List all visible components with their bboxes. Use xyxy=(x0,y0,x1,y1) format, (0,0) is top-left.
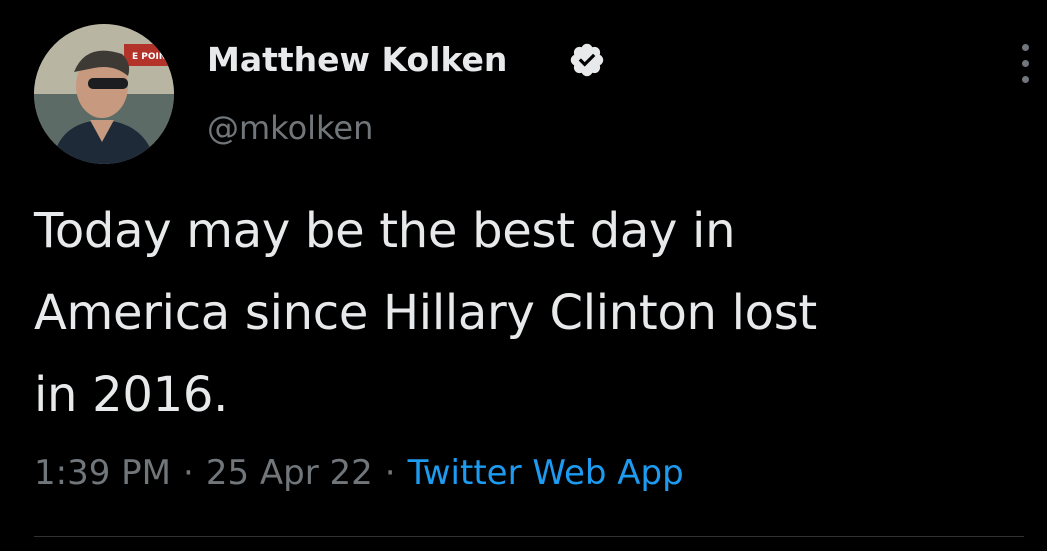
more-dot xyxy=(1022,60,1029,67)
tweet-text: Today may be the best day in America sin… xyxy=(34,203,817,423)
author-handle[interactable]: @mkolken xyxy=(207,108,373,148)
divider xyxy=(34,536,1024,537)
more-vertical-icon xyxy=(1022,44,1029,51)
tweet-source-link[interactable]: Twitter Web App xyxy=(408,453,684,493)
meta-separator: · xyxy=(183,453,194,493)
author-display-name[interactable]: Matthew Kolken xyxy=(207,40,507,80)
meta-separator: · xyxy=(384,453,396,493)
verified-badge-icon xyxy=(570,43,604,77)
avatar-sign-text: E POINT xyxy=(132,52,173,62)
tweet-time[interactable]: 1:39 PM xyxy=(34,453,171,493)
tweet-meta: 1:39 PM · 25 Apr 22 · Twitter Web App xyxy=(34,448,684,498)
more-options-button[interactable] xyxy=(1010,40,1040,90)
more-dot xyxy=(1022,76,1029,83)
avatar-photo: E POINT xyxy=(34,24,174,164)
tweet-detail: E POINT Matthew Kolken @mkolken Today ma… xyxy=(0,0,1047,551)
avatar[interactable]: E POINT xyxy=(34,24,174,164)
tweet-date[interactable]: 25 Apr 22 xyxy=(206,453,373,493)
